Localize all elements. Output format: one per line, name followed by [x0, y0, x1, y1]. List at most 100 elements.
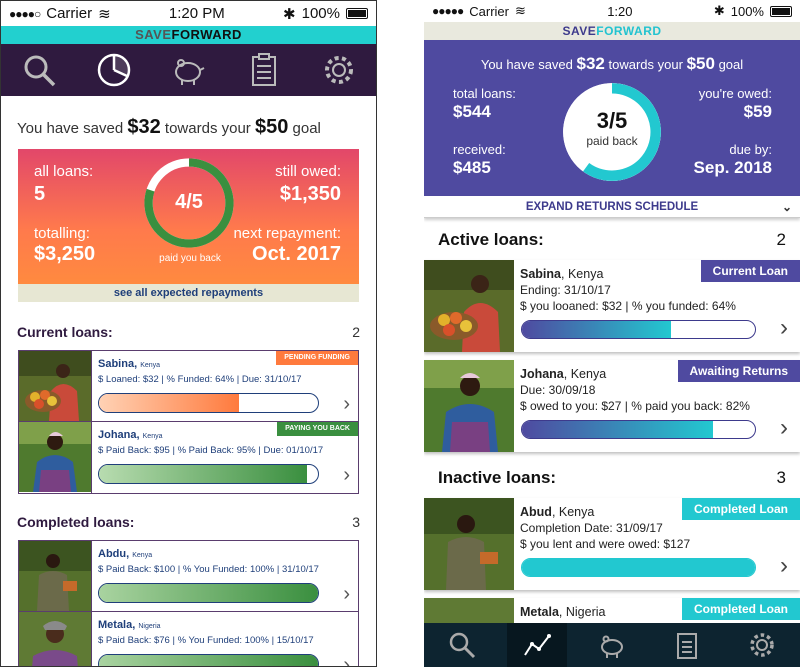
pie-chart-icon[interactable]	[96, 52, 132, 88]
loan-progress-bar	[98, 654, 319, 666]
chevron-right-icon[interactable]: ›	[780, 552, 788, 580]
status-badge: Awaiting Returns	[677, 360, 800, 382]
borrower-name: Metala, Nigeria	[98, 619, 161, 631]
loan-details: $ you looaned: $32 | % you funded: 64%	[520, 299, 736, 313]
goal-saved: $32	[576, 54, 605, 73]
country-text: Kenya	[570, 367, 607, 381]
savings-goal: You have saved $32 towards your $50 goal	[17, 116, 376, 139]
loan-card-sabina[interactable]: Sabina, Kenya Ending: 31/10/17 $ you loo…	[424, 260, 800, 352]
next-repayment-value: Oct. 2017	[252, 243, 341, 265]
current-loans-count: 2	[352, 324, 360, 340]
chevron-right-icon[interactable]: ›	[780, 414, 788, 442]
bluetooth-icon: ✱	[283, 5, 296, 23]
borrower-photo	[424, 360, 514, 452]
loan-details: $ Paid Back: $76 | % You Funded: 100% | …	[98, 635, 314, 646]
loan-card-sabina[interactable]: Sabina, Kenya $ Loaned: $32 | % Funded: …	[18, 350, 359, 422]
tab-settings[interactable]	[732, 623, 792, 667]
country-text: Kenya	[567, 267, 604, 281]
ring-fraction: 3/5	[596, 108, 628, 133]
piggy-bank-icon[interactable]	[171, 52, 207, 88]
chevron-right-icon[interactable]: ›	[343, 464, 350, 487]
loan-details: $ Paid Back: $100 | % You Funded: 100% |…	[98, 564, 319, 575]
loan-card-johana[interactable]: Johana, Kenya $ Paid Back: $95 | % Paid …	[18, 422, 359, 494]
loan-card-metala[interactable]: Metala, Nigeria $ Paid Back: $76 | % You…	[18, 612, 359, 666]
brand-header: SAVEFORWARD	[1, 26, 376, 44]
clipboard-icon[interactable]	[246, 52, 282, 88]
clipboard-icon	[677, 633, 698, 659]
brand-header: SAVEFORWARD	[424, 22, 800, 40]
goal-text-1: You have saved	[17, 120, 124, 137]
gear-icon[interactable]	[321, 52, 357, 88]
country-text: Kenya	[140, 362, 161, 369]
chevron-right-icon[interactable]: ›	[343, 393, 350, 416]
loan-info: Sabina, Kenya $ Loaned: $32 | % Funded: …	[91, 351, 358, 421]
country-text: Nigeria	[565, 605, 606, 619]
name-text: Sabina	[520, 267, 561, 281]
expand-returns-button[interactable]: EXPAND RETURNS SCHEDULE ⌄	[424, 196, 800, 218]
totalling-label: totalling:	[34, 225, 90, 242]
battery-icon	[769, 5, 792, 17]
borrower-photo	[424, 498, 514, 590]
active-loans-header: Active loans: 2	[424, 230, 800, 250]
chevron-right-icon[interactable]: ›	[780, 314, 788, 342]
loan-info: Johana, Kenya Due: 30/09/18 $ owed to yo…	[514, 360, 800, 452]
inactive-loans-title: Inactive loans:	[438, 468, 557, 487]
carrier-label: Carrier	[46, 5, 93, 22]
status-badge: Current Loan	[700, 260, 800, 282]
tab-reports[interactable]	[657, 623, 717, 667]
status-bar: ●●●●○ Carrier ≋ 1:20 PM ✱ 100%	[1, 1, 376, 26]
borrower-photo	[424, 260, 514, 352]
signal-icon: ●●●●●	[432, 4, 464, 18]
tab-stats[interactable]	[506, 623, 567, 667]
borrower-photo	[19, 612, 91, 666]
loan-progress-bar	[98, 464, 319, 484]
loan-card-abdu[interactable]: Abdu, Kenya $ Paid Back: $100 | % You Fu…	[18, 540, 359, 612]
see-all-repayments-link[interactable]: see all expected repayments	[18, 284, 359, 302]
loan-info: Abud, Kenya Completion Date: 31/09/17 $ …	[514, 498, 800, 590]
status-badge: PENDING FUNDING	[276, 351, 358, 365]
loan-progress-bar	[521, 420, 756, 439]
progress-fill	[99, 465, 308, 483]
paid-you-back-label: paid you back	[159, 253, 221, 264]
borrower-photo	[19, 351, 91, 421]
owed-label: you're owed:	[698, 86, 772, 101]
status-badge: Completed Loan	[681, 498, 800, 520]
battery-icon	[346, 8, 368, 19]
goal-saved: $32	[127, 116, 161, 138]
tab-savings[interactable]	[582, 623, 642, 667]
goal-text-1: You have saved	[480, 57, 573, 72]
loan-progress-bar	[98, 583, 319, 603]
name-text: Abud	[520, 505, 552, 519]
chevron-right-icon[interactable]: ›	[343, 654, 350, 666]
tab-search[interactable]	[432, 623, 492, 667]
total-loans-label: total loans:	[453, 86, 516, 101]
chevron-right-icon[interactable]: ›	[343, 583, 350, 606]
carrier-label: Carrier	[469, 3, 509, 19]
goal-target: $50	[254, 116, 289, 138]
loan-details: $ owed to you: $27 | % paid you back: 82…	[520, 399, 750, 413]
line-chart-icon	[523, 634, 551, 656]
bottom-tab-bar	[424, 623, 800, 667]
goal-text-2: towards your	[608, 57, 683, 72]
phone-screen-v2: ●●●●● Carrier ≋ 1:20 ✱ 100% SAVEFORWARD You…	[424, 0, 800, 667]
still-owed-value: $1,350	[279, 183, 341, 205]
ring-fraction: 4/5	[175, 191, 203, 213]
loan-info: Metala, Nigeria $ Paid Back: $76 | % You…	[91, 612, 358, 666]
clock: 1:20 PM	[168, 5, 225, 22]
loan-details: $ Loaned: $32 | % Funded: 64% | Due: 31/…	[98, 374, 302, 385]
loan-info: Johana, Kenya $ Paid Back: $95 | % Paid …	[91, 422, 358, 493]
search-icon[interactable]	[21, 52, 57, 88]
chevron-down-icon: ⌄	[781, 200, 792, 214]
progress-fill	[522, 421, 714, 438]
goal-text-2: towards your	[164, 120, 251, 137]
loan-date: Ending: 31/10/17	[520, 283, 611, 297]
loan-card-johana[interactable]: Johana, Kenya Due: 30/09/18 $ owed to yo…	[424, 360, 800, 452]
owed-value: $59	[743, 102, 772, 121]
summary-card: You have saved $32 towards your $50 goal…	[424, 40, 800, 196]
wifi-icon: ≋	[514, 3, 526, 18]
loan-card-abud[interactable]: Abud, Kenya Completion Date: 31/09/17 $ …	[424, 498, 800, 590]
bluetooth-icon: ✱	[713, 3, 725, 18]
totalling-value: $3,250	[34, 243, 96, 265]
all-loans-label: all loans:	[34, 163, 94, 180]
clock: 1:20	[607, 3, 633, 19]
